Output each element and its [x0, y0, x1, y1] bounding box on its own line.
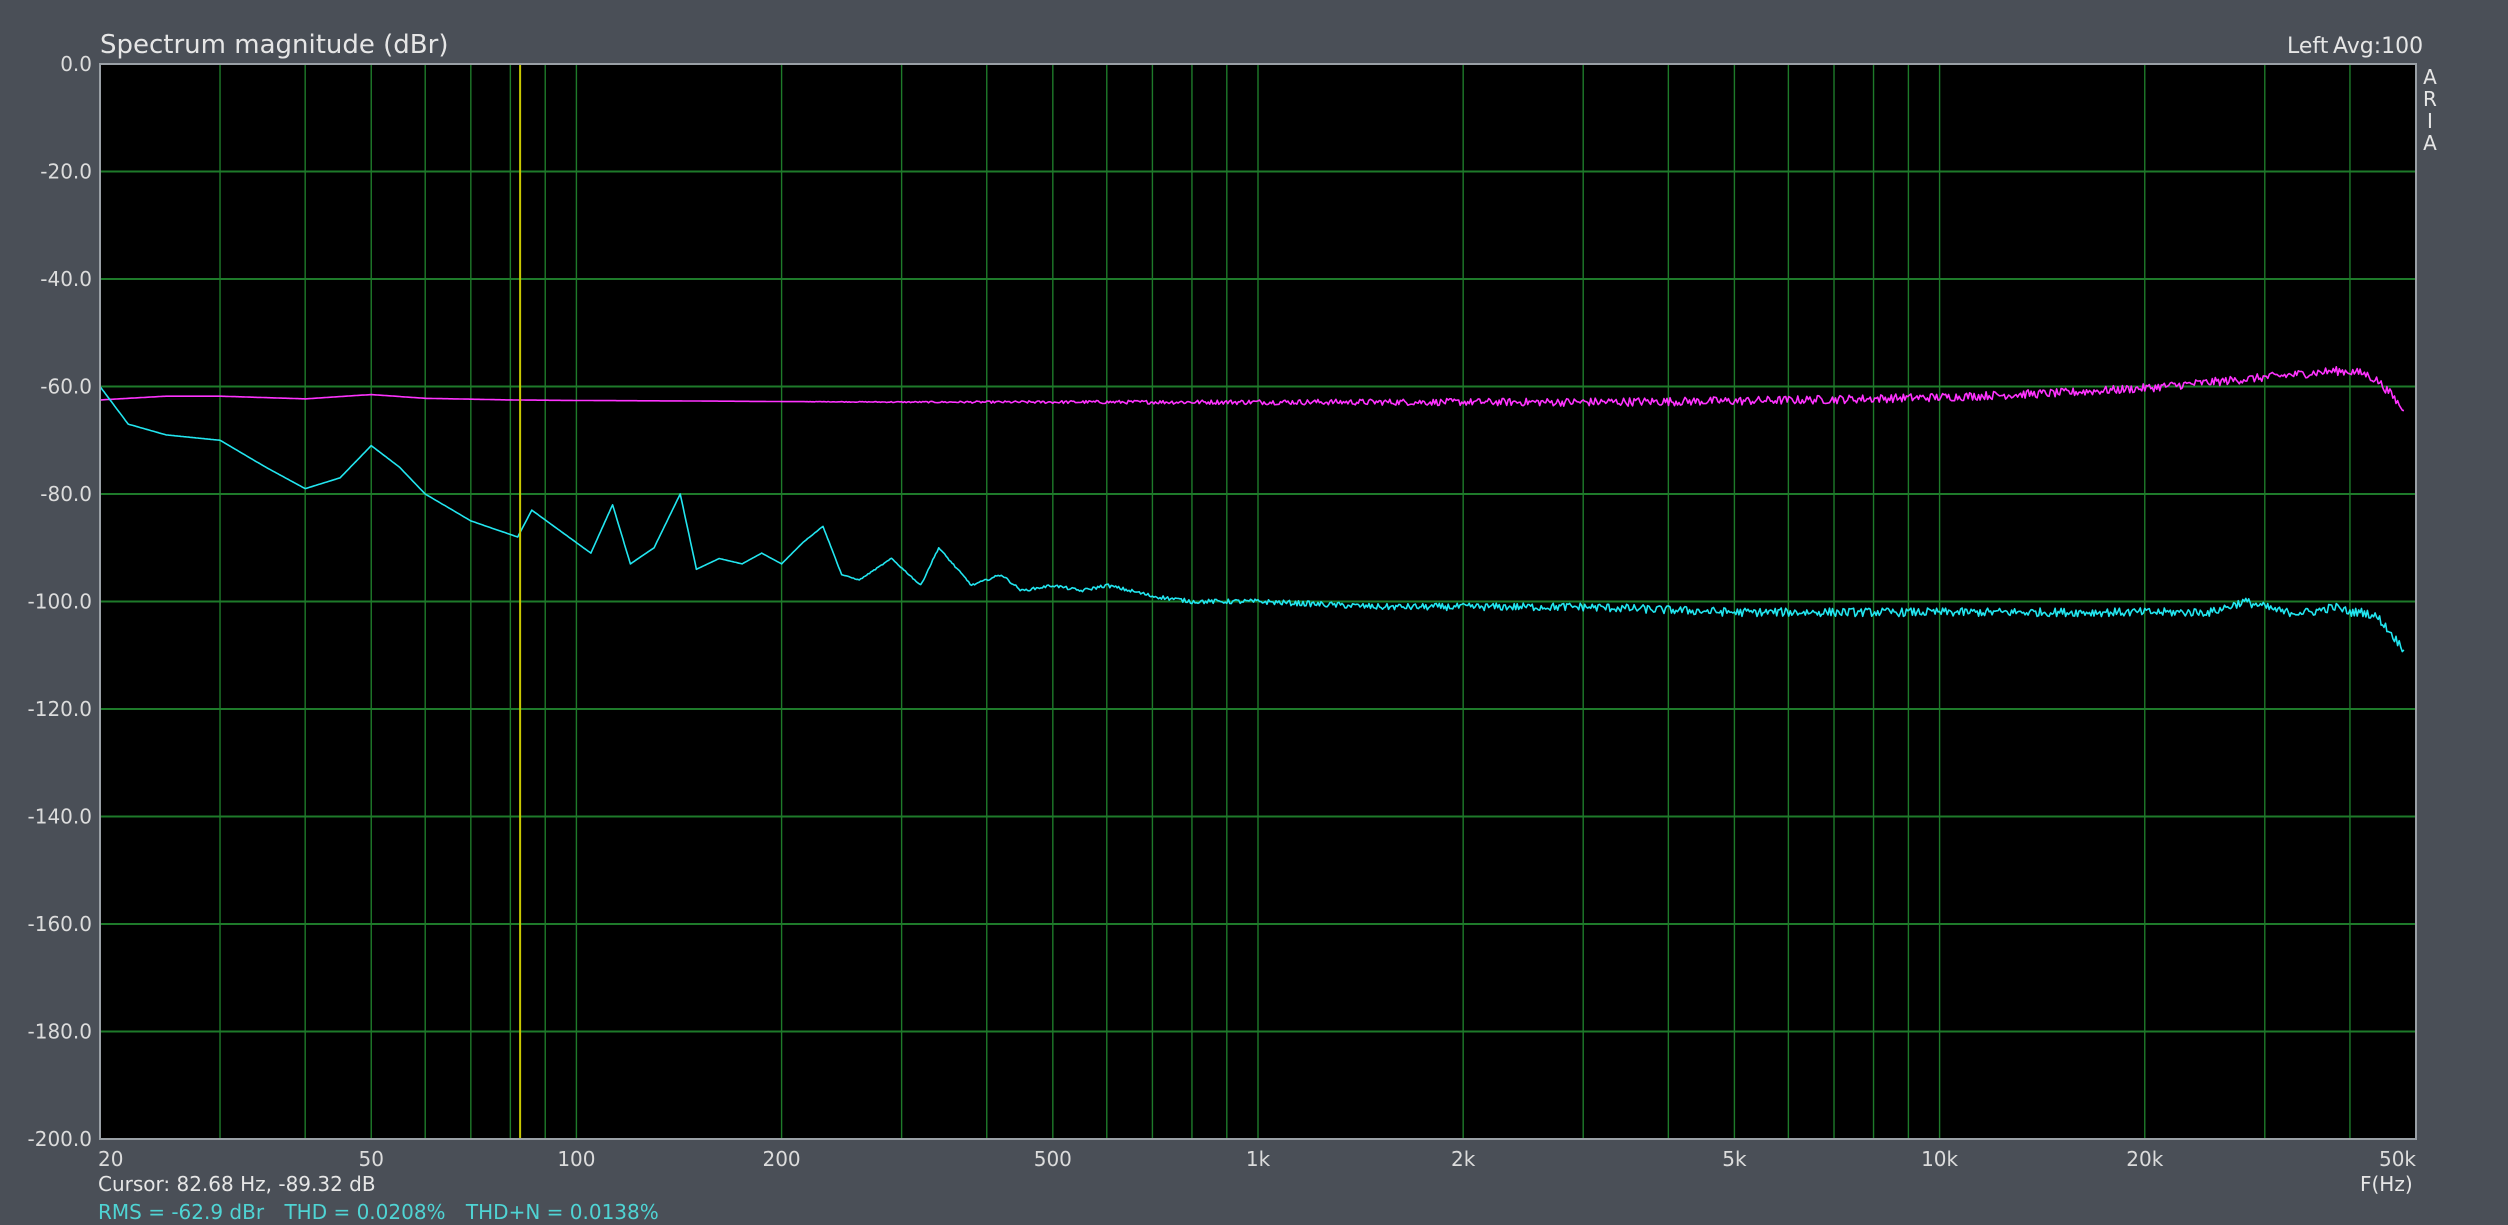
- x-tick-label: 20: [98, 1147, 123, 1171]
- y-tick-label: -160.0: [28, 912, 92, 936]
- measurement-stats: RMS = -62.9 dBr THD = 0.0208% THD+N = 0.…: [98, 1200, 673, 1224]
- x-tick-label: 50: [359, 1147, 384, 1171]
- x-tick-label: 20k: [2126, 1147, 2163, 1171]
- x-tick-label: 10k: [1921, 1147, 1958, 1171]
- averages-label: Avg:100: [2333, 34, 2424, 59]
- y-tick-label: -200.0: [28, 1127, 92, 1151]
- y-tick-label: -20.0: [40, 160, 92, 184]
- y-tick-label: -120.0: [28, 697, 92, 721]
- side-tag: I: [2427, 109, 2433, 133]
- x-tick-label: 100: [557, 1147, 595, 1171]
- y-tick-label: 0.0: [60, 52, 92, 76]
- x-tick-label: 2k: [1451, 1147, 1476, 1171]
- rms-value: RMS = -62.9 dBr: [98, 1200, 265, 1224]
- y-tick-label: -140.0: [28, 805, 92, 829]
- thd-value: THD = 0.0208%: [284, 1200, 446, 1224]
- y-tick-label: -180.0: [28, 1020, 92, 1044]
- side-tag: R: [2423, 87, 2437, 111]
- y-tick-label: -40.0: [40, 267, 92, 291]
- x-tick-label: 50k: [2379, 1147, 2416, 1171]
- chart-title: Spectrum magnitude (dBr): [100, 30, 449, 60]
- side-tag: A: [2423, 131, 2437, 155]
- x-tick-label: 500: [1034, 1147, 1072, 1171]
- thdn-value: THD+N = 0.0138%: [465, 1200, 659, 1224]
- side-tags: A R I A: [2418, 66, 2442, 154]
- side-tag: A: [2423, 65, 2437, 89]
- analyzer-window: 0.0 -20.0 -40.0 -60.0 -80.0 -100.0 -120.0 -140.…: [0, 0, 2508, 1225]
- x-tick-label: 5k: [1722, 1147, 1747, 1171]
- y-tick-label: -60.0: [40, 375, 92, 399]
- spectrum-plot[interactable]: 0.0 -20.0 -40.0 -60.0 -80.0 -100.0 -120.0 -140.…: [0, 0, 2508, 1225]
- y-tick-label: -80.0: [40, 482, 92, 506]
- channel-label: Left: [2287, 34, 2329, 59]
- x-tick-label: 1k: [1246, 1147, 1271, 1171]
- x-axis-unit: F(Hz): [2360, 1172, 2413, 1196]
- cursor-readout: Cursor: 82.68 Hz, -89.32 dB: [98, 1172, 376, 1196]
- x-tick-label: 200: [762, 1147, 800, 1171]
- y-tick-label: -100.0: [28, 590, 92, 614]
